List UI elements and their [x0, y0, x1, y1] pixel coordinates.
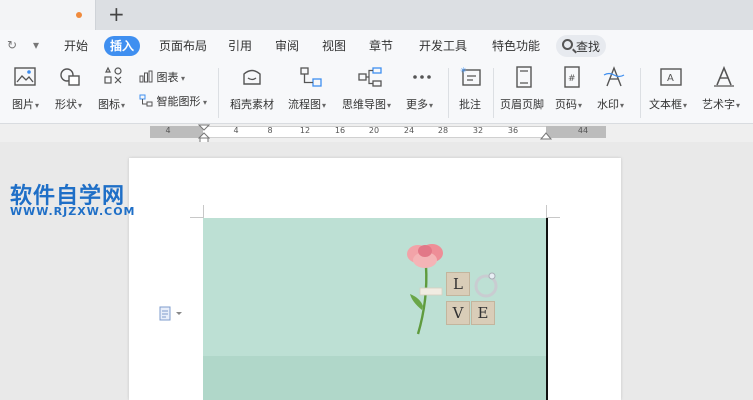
- more-dots-icon: [413, 75, 431, 79]
- mindmap-icon: [358, 67, 382, 87]
- watermark-button[interactable]: 水印▾: [596, 66, 632, 120]
- right-indent-marker-icon[interactable]: [540, 130, 552, 140]
- ruler-tick: 4: [165, 126, 171, 135]
- ruler-tick: 44: [577, 126, 589, 135]
- watermark-label: 水印: [597, 98, 619, 111]
- icon-library-icon: [104, 66, 122, 84]
- svg-text:#: #: [568, 74, 576, 84]
- more-label: 更多: [406, 98, 428, 111]
- menu-special-features[interactable]: 特色功能: [486, 36, 546, 56]
- ruler-tick: 4: [233, 126, 239, 135]
- ruler-tick: 24: [403, 126, 415, 135]
- chart-button[interactable]: 图表 ▾: [139, 69, 185, 85]
- flowchart-icon: [300, 67, 322, 87]
- textbox-icon: A: [660, 68, 682, 86]
- wordart-label: 艺术字: [702, 98, 735, 111]
- ruler-tick: 32: [472, 126, 484, 135]
- cover-image-edge: [546, 218, 548, 400]
- ruler-tick: 36: [507, 126, 519, 135]
- menu-bar: ↻ ▾ 开始 插入 页面布局 引用 审阅 视图 章节 开发工具 特色功能: [0, 30, 753, 62]
- ribbon-divider: [448, 68, 449, 118]
- menu-chapter[interactable]: 章节: [363, 36, 399, 56]
- menu-insert[interactable]: 插入: [104, 36, 141, 56]
- insert-ribbon: 图片▾ 形状▾ 图标▾ 图表 ▾ 智能图形 ▾ 稻壳素材 流程图▾ 思维导图▾ …: [0, 62, 753, 124]
- menu-page-layout[interactable]: 页面布局: [153, 36, 213, 56]
- title-bar: +: [0, 0, 753, 30]
- menu-review[interactable]: 审阅: [269, 36, 305, 56]
- docer-material-icon: [243, 69, 261, 85]
- smartart-label: 智能图形: [156, 95, 201, 108]
- wordart-icon: [714, 66, 734, 87]
- letter-tile: V: [446, 301, 470, 325]
- more-button[interactable]: 更多▾: [404, 66, 440, 120]
- chart-label: 图表: [156, 71, 179, 84]
- page-number-label: 页码: [555, 98, 577, 111]
- redo-icon[interactable]: ↻: [7, 38, 17, 52]
- header-footer-button[interactable]: 页眉页脚: [499, 66, 549, 120]
- margin-corner-mark: [546, 205, 547, 218]
- watermark-icon: [603, 66, 625, 87]
- new-tab-button[interactable]: +: [108, 3, 125, 25]
- letter-tile: L: [446, 272, 470, 296]
- picture-icon: [14, 67, 36, 86]
- docer-material-label: 稻壳素材: [230, 98, 274, 111]
- flowchart-button[interactable]: 流程图▾: [286, 66, 336, 120]
- cover-image-band: [203, 356, 547, 400]
- flowchart-label: 流程图: [288, 98, 321, 111]
- textbox-button[interactable]: A 文本框▾: [648, 66, 694, 120]
- menu-developer-tools[interactable]: 开发工具: [413, 36, 473, 56]
- picture-button[interactable]: 图片▾: [10, 66, 40, 120]
- search-icon: [562, 39, 573, 50]
- smartart-button[interactable]: 智能图形 ▾: [139, 93, 207, 109]
- quick-access-more-icon[interactable]: ▾: [33, 38, 39, 52]
- header-footer-icon: [516, 66, 532, 88]
- menu-view[interactable]: 视图: [316, 36, 352, 56]
- svg-text:✳: ✳: [460, 66, 467, 75]
- indent-marker-icon[interactable]: [198, 124, 210, 144]
- paste-options-icon: [159, 306, 182, 321]
- smartart-icon: [139, 94, 153, 107]
- menu-references[interactable]: 引用: [222, 36, 258, 56]
- picture-label: 图片: [12, 98, 34, 111]
- menu-home[interactable]: 开始: [58, 36, 94, 56]
- header-footer-label: 页眉页脚: [500, 98, 544, 111]
- icon-insert-button[interactable]: 图标▾: [97, 66, 129, 120]
- comment-label: 批注: [459, 98, 481, 111]
- paste-options-button[interactable]: [158, 306, 184, 326]
- comment-button[interactable]: ✳ 批注: [456, 66, 486, 120]
- ring-icon: [474, 272, 498, 298]
- site-logo-url: WWW.RJZXW.COM: [10, 205, 136, 218]
- shape-button[interactable]: 形状▾: [54, 66, 86, 120]
- icon-insert-label: 图标: [98, 98, 120, 111]
- document-tab[interactable]: [0, 0, 96, 30]
- ruler-tick: 16: [334, 126, 346, 135]
- ribbon-divider: [493, 68, 494, 118]
- ribbon-divider: [218, 68, 219, 118]
- page-number-button[interactable]: # 页码▾: [554, 66, 590, 120]
- ribbon-divider: [640, 68, 641, 118]
- chart-icon: [139, 70, 153, 83]
- textbox-label: 文本框: [649, 98, 682, 111]
- margin-corner-mark: [203, 205, 204, 218]
- unsaved-dot-icon: [76, 12, 82, 18]
- page-number-icon: #: [564, 66, 580, 88]
- ruler-tick: 28: [437, 126, 449, 135]
- search-button[interactable]: 查找: [556, 35, 606, 57]
- shape-icon: [60, 68, 80, 86]
- margin-corner-mark: [190, 217, 203, 218]
- search-label: 查找: [576, 40, 601, 54]
- wordart-button[interactable]: 艺术字▾: [700, 66, 748, 120]
- shape-label: 形状: [55, 98, 77, 111]
- mindmap-label: 思维导图: [342, 98, 386, 111]
- ruler-tick: 8: [267, 126, 273, 135]
- svg-text:A: A: [667, 73, 674, 84]
- docer-material-button[interactable]: 稻壳素材: [229, 66, 275, 120]
- mindmap-button[interactable]: 思维导图▾: [342, 66, 398, 120]
- ruler-tick: 12: [299, 126, 311, 135]
- margin-corner-mark: [547, 217, 560, 218]
- letter-tile: E: [471, 301, 495, 325]
- comment-icon: ✳: [460, 66, 481, 86]
- ruler-tick: 20: [368, 126, 380, 135]
